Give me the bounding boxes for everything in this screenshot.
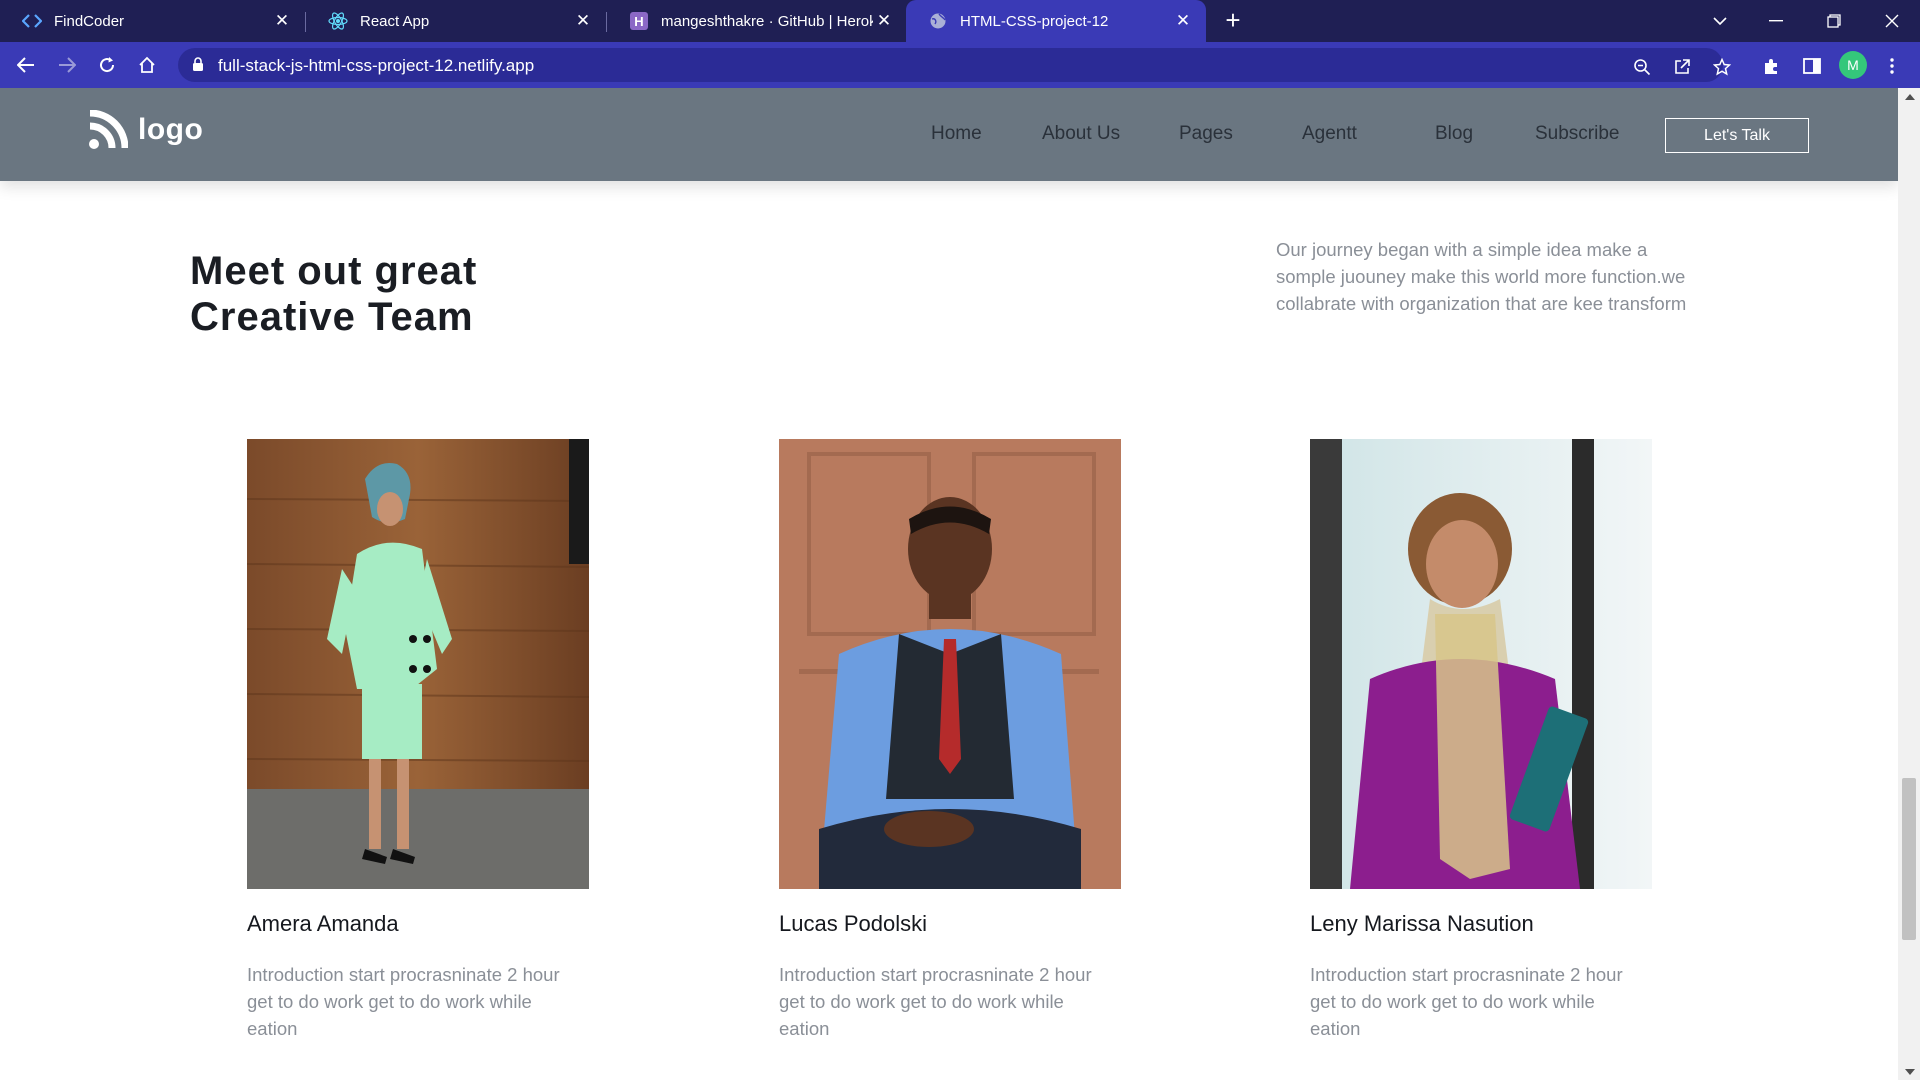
lets-talk-button[interactable]: Let's Talk bbox=[1665, 118, 1809, 153]
site-logo[interactable]: logo bbox=[88, 110, 203, 150]
nav-about-us[interactable]: About Us bbox=[1042, 123, 1120, 145]
nav-subscribe[interactable]: Subscribe bbox=[1535, 123, 1620, 145]
close-tab-icon[interactable]: ✕ bbox=[271, 10, 293, 32]
share-icon[interactable] bbox=[1670, 55, 1694, 79]
team-member-card: Leny Marissa Nasution Introduction start… bbox=[1310, 439, 1652, 1042]
close-tab-icon[interactable]: ✕ bbox=[873, 10, 895, 32]
scroll-up-arrow-icon[interactable] bbox=[1905, 94, 1915, 100]
tab-title: React App bbox=[360, 12, 430, 30]
nav-home[interactable]: Home bbox=[931, 123, 982, 145]
tab-title: HTML-CSS-project-12 bbox=[960, 12, 1109, 30]
react-icon bbox=[328, 11, 348, 31]
extensions-puzzle-icon[interactable] bbox=[1760, 54, 1784, 78]
profile-avatar[interactable]: M bbox=[1839, 51, 1867, 79]
heroku-icon: H bbox=[629, 11, 649, 31]
restore-button[interactable] bbox=[1806, 0, 1862, 42]
zoom-icon[interactable] bbox=[1630, 55, 1654, 79]
team-member-photo bbox=[1310, 439, 1652, 889]
site-header: logo Home About Us Pages Agentt Blog Sub… bbox=[0, 88, 1898, 181]
team-member-name: Leny Marissa Nasution bbox=[1310, 911, 1534, 936]
browser-tab-findcoder[interactable]: FindCoder ✕ bbox=[0, 0, 305, 42]
tab-search-chevron-icon[interactable] bbox=[1692, 0, 1748, 42]
tab-title: FindCoder bbox=[54, 12, 125, 30]
browser-tab-react-app[interactable]: React App ✕ bbox=[306, 0, 606, 42]
team-title-line-1: Meet out great bbox=[190, 249, 478, 293]
page-viewport: logo Home About Us Pages Agentt Blog Sub… bbox=[0, 88, 1920, 1080]
back-arrow-icon[interactable] bbox=[10, 49, 42, 81]
team-member-photo bbox=[779, 439, 1121, 889]
browser-tab-github-heroku[interactable]: H mangeshthakre · GitHub | Heroku ✕ bbox=[607, 0, 907, 42]
team-member-description: Introduction start procrasninate 2 hour … bbox=[1310, 964, 1623, 1039]
nav-blog[interactable]: Blog bbox=[1435, 123, 1473, 145]
team-intro-text: Our journey began with a simple idea mak… bbox=[1276, 239, 1687, 314]
nav-pages[interactable]: Pages bbox=[1179, 123, 1233, 145]
close-tab-icon[interactable]: ✕ bbox=[1172, 10, 1194, 32]
minimize-button[interactable] bbox=[1748, 0, 1804, 42]
lock-icon[interactable] bbox=[192, 57, 204, 77]
browser-tab-bar: FindCoder ✕ React App ✕ H mangeshthakre … bbox=[0, 0, 1920, 42]
code-brackets-icon bbox=[22, 11, 42, 31]
scroll-down-arrow-icon[interactable] bbox=[1905, 1069, 1915, 1075]
browser-tab-html-css-project[interactable]: HTML-CSS-project-12 ✕ bbox=[906, 0, 1206, 42]
team-member-description: Introduction start procrasninate 2 hour … bbox=[247, 964, 560, 1039]
close-tab-icon[interactable]: ✕ bbox=[572, 10, 594, 32]
nav-agentt[interactable]: Agentt bbox=[1302, 123, 1357, 145]
team-member-card: Amera Amanda Introduction start procrasn… bbox=[247, 439, 589, 1042]
team-member-photo bbox=[247, 439, 589, 889]
url-text: full-stack-js-html-css-project-12.netlif… bbox=[218, 56, 535, 75]
side-panel-icon[interactable] bbox=[1800, 54, 1824, 78]
logo-rss-icon bbox=[89, 110, 128, 149]
close-window-button[interactable] bbox=[1864, 0, 1920, 42]
team-member-name: Lucas Podolski bbox=[779, 911, 927, 936]
team-section-title: Meet out great Creative Team bbox=[190, 248, 590, 340]
globe-icon bbox=[928, 11, 948, 31]
bookmark-star-icon[interactable] bbox=[1710, 55, 1734, 79]
team-title-line-2: Creative Team bbox=[190, 295, 474, 339]
reload-icon[interactable] bbox=[91, 49, 123, 81]
team-member-name: Amera Amanda bbox=[247, 911, 399, 936]
address-bar[interactable]: full-stack-js-html-css-project-12.netlif… bbox=[178, 48, 1731, 82]
logo-text: logo bbox=[138, 113, 204, 146]
forward-arrow-icon[interactable] bbox=[51, 49, 83, 81]
team-member-card: Lucas Podolski Introduction start procra… bbox=[779, 439, 1121, 1042]
team-member-description: Introduction start procrasninate 2 hour … bbox=[779, 964, 1092, 1039]
svg-text:H: H bbox=[634, 14, 643, 29]
scrollbar-thumb[interactable] bbox=[1902, 778, 1916, 940]
new-tab-button[interactable]: + bbox=[1220, 7, 1246, 34]
kebab-menu-icon[interactable] bbox=[1880, 54, 1904, 78]
browser-toolbar: full-stack-js-html-css-project-12.netlif… bbox=[0, 42, 1920, 88]
tab-title: mangeshthakre · GitHub | Heroku bbox=[661, 12, 873, 30]
home-icon[interactable] bbox=[131, 49, 163, 81]
